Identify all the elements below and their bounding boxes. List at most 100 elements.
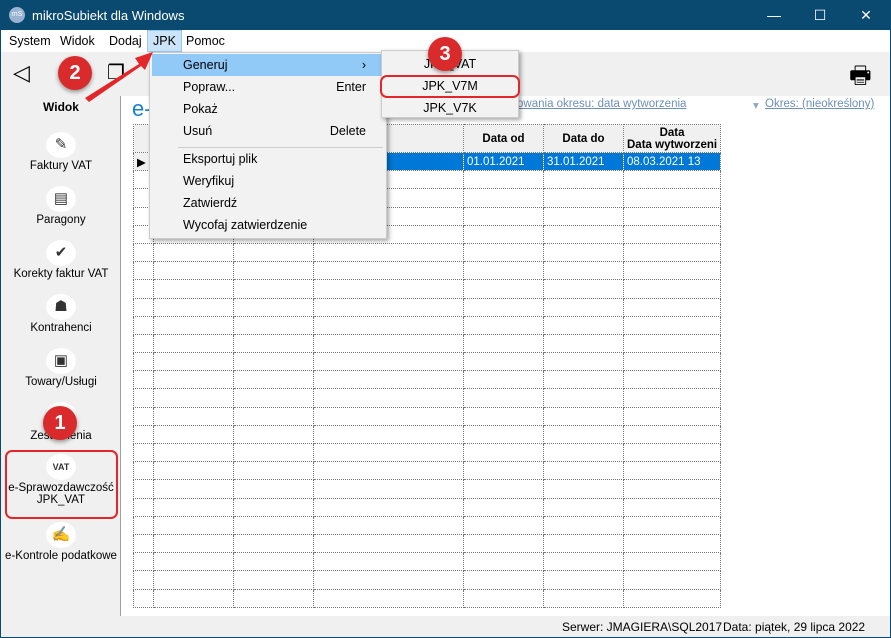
table-cell	[133, 388, 154, 408]
table-cell	[463, 170, 544, 190]
table-cell	[133, 533, 154, 554]
table-row[interactable]	[133, 297, 722, 317]
close-button[interactable]: ✕	[843, 0, 889, 30]
table-cell	[622, 370, 722, 390]
sidebar-item-e-kontrole[interactable]: ✍ e-Kontrole podatkowe	[1, 522, 121, 574]
table-cell	[313, 261, 464, 281]
menu-item-zatwierdz[interactable]: Zatwierdź	[152, 192, 384, 214]
table-row[interactable]	[133, 242, 722, 263]
table-cell: 08.03.2021 13	[622, 151, 722, 172]
sidebar-item-towary[interactable]: ▣ Towary/Usługi	[1, 348, 121, 400]
table-row[interactable]	[133, 370, 722, 390]
table-row[interactable]	[133, 479, 722, 499]
minimize-button[interactable]: —	[751, 0, 797, 30]
table-cell	[313, 406, 464, 426]
menu-item-pokaz[interactable]: Pokaż	[152, 98, 384, 120]
table-cell	[233, 370, 314, 390]
sidebar-item-korekty[interactable]: ✔ Korekty faktur VAT	[1, 240, 121, 292]
table-cell	[622, 479, 722, 499]
menu-dodaj[interactable]: Dodaj	[104, 30, 147, 52]
table-row[interactable]	[133, 461, 722, 481]
table-cell	[313, 242, 464, 263]
highlight-jpk-v7m	[380, 75, 520, 98]
table-cell	[463, 315, 544, 335]
menu-item-eksportuj[interactable]: Eksportuj plik	[152, 148, 384, 170]
table-cell	[233, 261, 314, 281]
table-cell	[543, 352, 624, 372]
table-row[interactable]	[133, 497, 722, 517]
table-cell	[463, 515, 544, 535]
table-row[interactable]	[133, 533, 722, 554]
sidebar-item-faktury-vat[interactable]: ✎ Faktury VAT	[1, 132, 121, 184]
table-row[interactable]	[133, 588, 722, 608]
table-cell	[233, 515, 314, 535]
table-cell	[133, 461, 154, 481]
table-cell	[543, 297, 624, 317]
table-row[interactable]	[133, 352, 722, 372]
table-cell: 31.01.2021	[543, 151, 624, 172]
table-cell	[313, 315, 464, 335]
table-row[interactable]	[133, 279, 722, 299]
table-cell	[313, 497, 464, 517]
sidebar-item-kontrahenci[interactable]: ☗ Kontrahenci	[1, 294, 121, 346]
period-link[interactable]: Okres: (nieokreślony)	[765, 98, 874, 110]
table-cell	[313, 515, 464, 535]
filter-link[interactable]: trowania okresu: data wytworzenia	[510, 98, 686, 110]
table-cell	[233, 497, 314, 517]
menu-system[interactable]: System	[4, 30, 56, 52]
table-cell	[233, 315, 314, 335]
submenu-item-jpk-v7k[interactable]: JPK_V7K	[382, 97, 518, 119]
table-cell	[543, 442, 624, 463]
menu-item-popraw[interactable]: Popraw... Enter	[152, 76, 384, 98]
table-row[interactable]	[133, 424, 722, 445]
table-cell	[463, 588, 544, 608]
table-cell	[463, 188, 544, 208]
table-cell	[233, 279, 314, 299]
header-line: Data wytworzeni	[627, 138, 718, 151]
table-row[interactable]	[133, 315, 722, 335]
app-window: mS mikroSubiekt dla Windows — ☐ ✕ System…	[1, 0, 890, 637]
maximize-button[interactable]: ☐	[797, 0, 843, 30]
table-cell	[543, 315, 624, 335]
table-cell	[153, 261, 234, 281]
table-cell	[543, 370, 624, 390]
table-row[interactable]	[133, 388, 722, 408]
column-header[interactable]: Data do	[543, 124, 624, 153]
menu-item-usun[interactable]: Usuń Delete	[152, 120, 384, 142]
table-cell	[463, 570, 544, 590]
table-cell	[622, 224, 722, 244]
table-row[interactable]	[133, 552, 722, 572]
annotation-badge-1: 1	[43, 406, 77, 440]
table-row[interactable]	[133, 442, 722, 463]
table-row[interactable]	[133, 333, 722, 354]
menu-item-wycofaj[interactable]: Wycofaj zatwierdzenie	[152, 214, 384, 236]
table-cell	[233, 461, 314, 481]
table-cell	[543, 406, 624, 426]
table-row[interactable]	[133, 406, 722, 426]
table-cell	[622, 461, 722, 481]
table-row[interactable]	[133, 570, 722, 590]
table-cell	[622, 333, 722, 354]
menu-item-generuj[interactable]: Generuj ›	[152, 54, 384, 76]
back-arrow-icon[interactable]: ◁	[13, 60, 30, 86]
highlight-e-sprawozdawczosc	[5, 450, 118, 519]
column-header[interactable]: Data od	[463, 124, 544, 153]
tax-control-icon: ✍	[46, 522, 76, 548]
menu-item-label: Popraw...	[183, 80, 236, 94]
menu-item-weryfikuj[interactable]: Weryfikuj	[152, 170, 384, 192]
table-cell	[463, 261, 544, 281]
table-row[interactable]	[133, 261, 722, 281]
menu-item-label: Generuj	[183, 58, 228, 72]
table-cell	[622, 261, 722, 281]
menu-pomoc[interactable]: Pomoc	[181, 30, 230, 52]
table-cell	[622, 515, 722, 535]
sidebar-item-paragony[interactable]: ▤ Paragony	[1, 186, 121, 238]
menu-jpk[interactable]: JPK	[147, 30, 182, 52]
column-header-data-wytworzenia[interactable]: Data Data wytworzeni	[622, 124, 722, 153]
table-row[interactable]	[133, 515, 722, 535]
table-cell	[233, 333, 314, 354]
receipt-icon: ▤	[46, 186, 76, 212]
table-cell	[153, 424, 234, 445]
print-icon[interactable]: 🖶	[849, 58, 872, 99]
menu-widok[interactable]: Widok	[55, 30, 100, 52]
